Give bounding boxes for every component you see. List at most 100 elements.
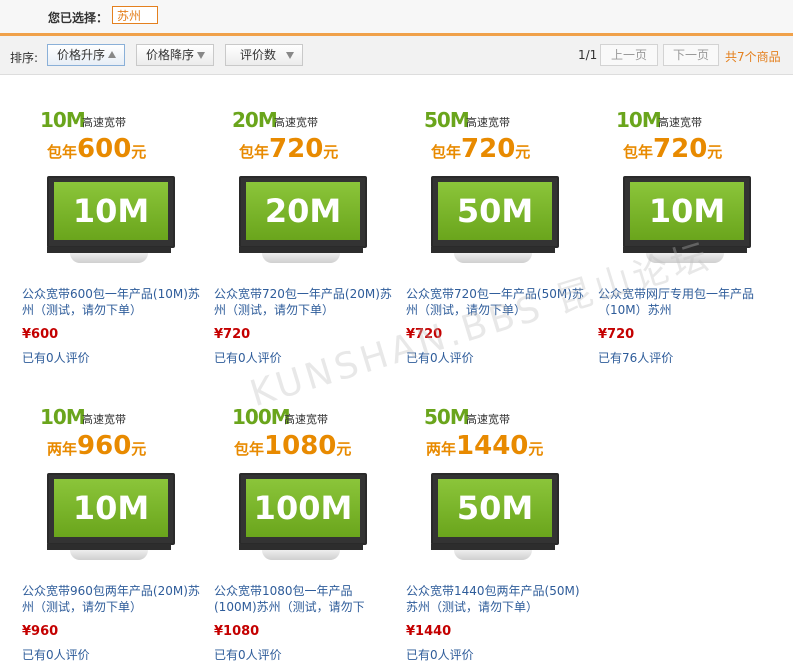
product-price: ¥720 — [214, 327, 251, 342]
speed-badge: 100M — [232, 405, 291, 429]
product-reviews-link[interactable]: 已有0人评价 — [406, 646, 474, 663]
product-price: ¥1440 — [406, 624, 452, 639]
monitor-screen: 20M — [246, 182, 360, 240]
price-badge-number: 1440 — [456, 431, 529, 461]
tag-label: 高速宽带 — [658, 116, 702, 129]
product-title-link[interactable]: 公众宽带600包一年产品(10M)苏州（测试，请勿下单） — [22, 286, 202, 318]
arrow-down-icon — [197, 52, 205, 59]
tag-label: 高速宽带 — [466, 413, 510, 426]
product-image[interactable]: 10M 高速宽带 包年600元 10M — [22, 108, 182, 273]
price-badge: 两年1440元 — [426, 431, 543, 461]
screen-speed: 100M — [253, 489, 353, 527]
sort-price-asc-button[interactable]: 价格升序 — [47, 44, 125, 66]
price-badge-number: 720 — [653, 134, 708, 164]
product-title-link[interactable]: 公众宽带720包一年产品(20M)苏州（测试，请勿下单） — [214, 286, 394, 318]
monitor-stand — [646, 253, 724, 263]
speed-badge: 10M — [40, 405, 86, 429]
monitor-screen: 10M — [54, 182, 168, 240]
price-badge-suffix: 元 — [131, 143, 147, 161]
monitor-icon: 10M — [47, 473, 175, 545]
product-title-link[interactable]: 公众宽带网厅专用包一年产品（10M）苏州 — [598, 286, 778, 318]
product-price: ¥600 — [22, 327, 59, 342]
product-image[interactable]: 100M 高速宽带 包年1080元 100M — [214, 405, 374, 570]
price-badge-number: 960 — [77, 431, 132, 461]
tag-label: 高速宽带 — [284, 413, 328, 426]
product-image[interactable]: 20M 高速宽带 包年720元 20M — [214, 108, 374, 273]
product-price: ¥960 — [22, 624, 59, 639]
product-image[interactable]: 50M 高速宽带 两年1440元 50M — [406, 405, 566, 570]
price-badge: 包年1080元 — [234, 431, 351, 461]
product-image[interactable]: 10M 高速宽带 两年960元 10M — [22, 405, 182, 570]
price-badge-prefix: 包年 — [239, 143, 270, 161]
tag-label: 高速宽带 — [82, 413, 126, 426]
monitor-screen: 50M — [438, 479, 552, 537]
sort-label: 排序: — [10, 51, 39, 65]
product-reviews-link[interactable]: 已有0人评价 — [22, 349, 90, 366]
prev-page-button[interactable]: 上一页 — [600, 44, 658, 66]
monitor-screen: 10M — [630, 182, 744, 240]
screen-speed: 10M — [72, 192, 150, 230]
sort-price-asc-label: 价格升序 — [57, 48, 106, 62]
tag-label: 高速宽带 — [82, 116, 126, 129]
price-badge: 包年600元 — [47, 134, 146, 164]
product-title-link[interactable]: 公众宽带1440包两年产品(50M)苏州（测试，请勿下单） — [406, 583, 586, 615]
product-reviews-link[interactable]: 已有0人评价 — [214, 349, 282, 366]
price-badge-suffix: 元 — [323, 143, 339, 161]
monitor-stand — [70, 550, 148, 560]
product-title-link[interactable]: 公众宽带960包两年产品(20M)苏州（测试，请勿下单） — [22, 583, 202, 615]
price-badge-prefix: 包年 — [431, 143, 462, 161]
price-badge-suffix: 元 — [131, 440, 147, 458]
product-reviews-link[interactable]: 已有0人评价 — [22, 646, 90, 663]
tag-label: 高速宽带 — [274, 116, 318, 129]
monitor-stand — [454, 550, 532, 560]
price-badge-number: 720 — [269, 134, 324, 164]
arrow-up-icon — [108, 51, 116, 58]
product-title-link[interactable]: 公众宽带1080包一年产品(100M)苏州（测试，请勿下 — [214, 583, 394, 615]
product-reviews-link[interactable]: 已有76人评价 — [598, 349, 673, 366]
price-badge-number: 1080 — [264, 431, 337, 461]
monitor-screen: 100M — [246, 479, 360, 537]
product-title-link[interactable]: 公众宽带720包一年产品(50M)苏州（测试，请勿下单） — [406, 286, 586, 318]
total-count: 共7个商品 — [725, 50, 781, 64]
monitor-stand — [262, 550, 340, 560]
price-badge-number: 600 — [77, 134, 132, 164]
selected-city-chip[interactable]: 苏州 — [112, 6, 158, 24]
product-reviews-link[interactable]: 已有0人评价 — [406, 349, 474, 366]
speed-badge: 50M — [424, 405, 470, 429]
price-badge-prefix: 两年 — [426, 440, 457, 458]
selected-label: 您已选择： — [48, 11, 109, 25]
speed-badge: 20M — [232, 108, 278, 132]
price-badge-prefix: 两年 — [47, 440, 78, 458]
monitor-icon: 10M — [47, 176, 175, 248]
page-indicator: 1/1 — [578, 48, 598, 62]
price-badge-suffix: 元 — [707, 143, 723, 161]
price-badge: 包年720元 — [239, 134, 338, 164]
price-badge-suffix: 元 — [336, 440, 352, 458]
sort-bar: 排序: 价格升序 价格降序 评价数 1/1 上一页 下一页 共7个商品 — [0, 36, 793, 75]
speed-badge: 10M — [40, 108, 86, 132]
price-badge-prefix: 包年 — [47, 143, 78, 161]
screen-speed: 50M — [456, 192, 534, 230]
screen-speed: 50M — [456, 489, 534, 527]
monitor-stand — [454, 253, 532, 263]
tag-label: 高速宽带 — [466, 116, 510, 129]
next-page-button[interactable]: 下一页 — [663, 44, 719, 66]
monitor-icon: 20M — [239, 176, 367, 248]
price-badge-prefix: 包年 — [234, 440, 265, 458]
price-badge-suffix: 元 — [528, 440, 544, 458]
monitor-screen: 10M — [54, 479, 168, 537]
sort-price-desc-button[interactable]: 价格降序 — [136, 44, 214, 66]
product-price: ¥720 — [598, 327, 635, 342]
sort-reviews-button[interactable]: 评价数 — [225, 44, 303, 66]
screen-speed: 20M — [264, 192, 342, 230]
product-image[interactable]: 10M 高速宽带 包年720元 10M — [598, 108, 758, 273]
monitor-stand — [70, 253, 148, 263]
arrow-down-icon — [286, 52, 294, 59]
price-badge: 包年720元 — [431, 134, 530, 164]
product-reviews-link[interactable]: 已有0人评价 — [214, 646, 282, 663]
price-badge: 包年720元 — [623, 134, 722, 164]
screen-speed: 10M — [72, 489, 150, 527]
monitor-icon: 50M — [431, 176, 559, 248]
speed-badge: 50M — [424, 108, 470, 132]
product-image[interactable]: 50M 高速宽带 包年720元 50M — [406, 108, 566, 273]
